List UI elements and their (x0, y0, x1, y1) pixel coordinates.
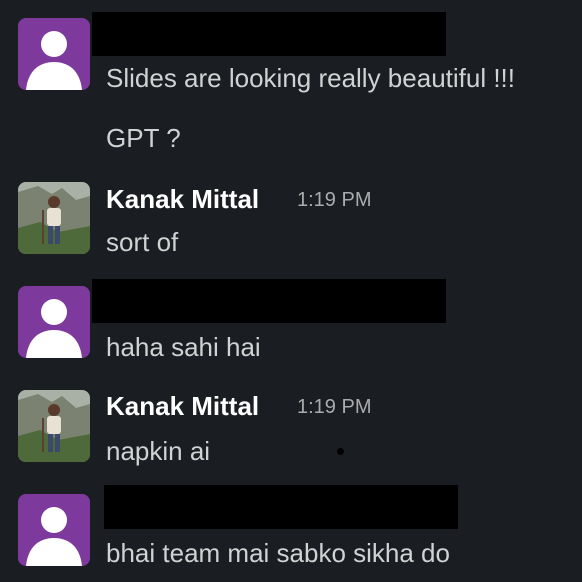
sender-name[interactable]: Kanak Mittal (106, 393, 259, 419)
message-text: sort of (106, 227, 179, 257)
redacted-sender-name (104, 485, 458, 529)
timestamp[interactable]: 1:19 PM (297, 190, 371, 210)
message-text: haha sahi hai (106, 332, 261, 362)
timestamp[interactable]: 1:19 PM (297, 397, 371, 417)
user-photo-avatar[interactable] (18, 390, 90, 462)
sender-name[interactable]: Kanak Mittal (106, 186, 259, 212)
cursor-dot (337, 448, 344, 455)
message-text: bhai team mai sabko sikha do (106, 538, 450, 568)
default-avatar-icon[interactable] (18, 286, 90, 358)
redacted-sender-name (92, 12, 446, 56)
message-text: napkin ai (106, 436, 211, 466)
redacted-sender-name (92, 279, 446, 323)
default-avatar-icon[interactable] (18, 18, 90, 90)
user-photo-avatar[interactable] (18, 182, 90, 254)
message-text: GPT ? (106, 123, 181, 153)
default-avatar-icon[interactable] (18, 494, 90, 566)
message-text: Slides are looking really beautiful !!! (106, 63, 516, 93)
